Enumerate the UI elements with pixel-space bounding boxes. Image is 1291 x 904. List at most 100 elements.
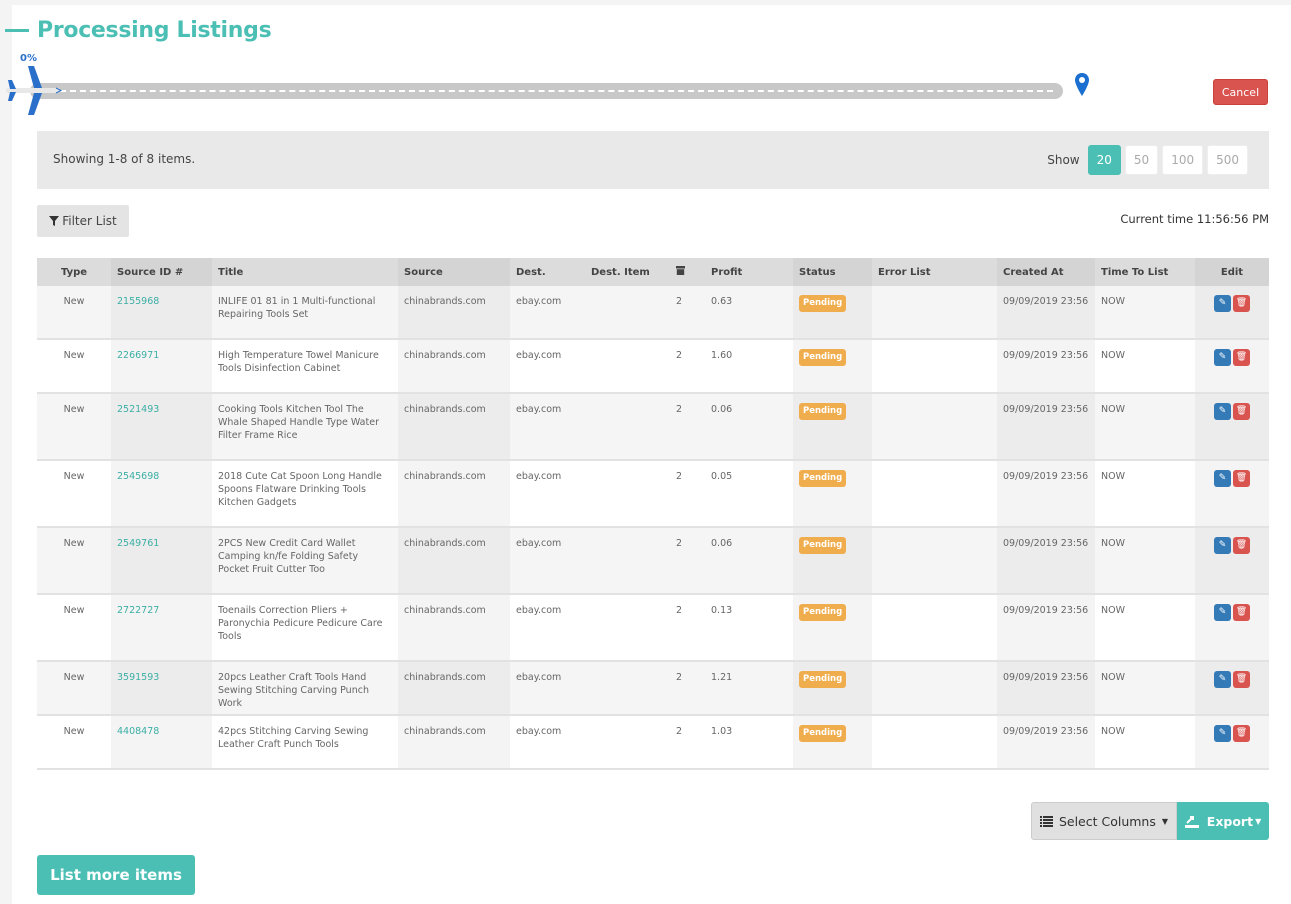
cell-source: chinabrands.com	[398, 286, 510, 340]
cell-created: 09/09/2019 23:56	[997, 460, 1095, 528]
cell-dest: ebay.com	[510, 460, 585, 528]
status-badge: Pending	[799, 470, 847, 487]
cell-error	[872, 460, 997, 528]
edit-pencil-icon[interactable]: ✎	[1214, 671, 1231, 688]
page-size-500[interactable]: 500	[1207, 145, 1248, 175]
export-button[interactable]: Export ▼	[1177, 802, 1269, 840]
cell-source-id[interactable]: 3591593	[111, 661, 212, 716]
cell-title: 20pcs Leather Craft Tools Hand Sewing St…	[212, 661, 398, 716]
cell-source-id[interactable]: 2155968	[111, 286, 212, 340]
delete-trash-icon[interactable]: 🗑	[1233, 671, 1250, 688]
cell-source-id[interactable]: 2545698	[111, 460, 212, 528]
cell-title: 2018 Cute Cat Spoon Long Handle Spoons F…	[212, 460, 398, 528]
delete-trash-icon[interactable]: 🗑	[1233, 470, 1250, 487]
cell-profit: 1.03	[705, 715, 793, 770]
cell-source: chinabrands.com	[398, 527, 510, 595]
cell-source-id[interactable]: 2266971	[111, 339, 212, 394]
edit-pencil-icon[interactable]: ✎	[1214, 403, 1231, 420]
col-source[interactable]: Source	[398, 258, 510, 286]
edit-pencil-icon[interactable]: ✎	[1214, 349, 1231, 366]
delete-trash-icon[interactable]: 🗑	[1233, 725, 1250, 742]
cell-type: New	[37, 339, 111, 394]
delete-trash-icon[interactable]: 🗑	[1233, 349, 1250, 366]
cell-title: High Temperature Towel Manicure Tools Di…	[212, 339, 398, 394]
col-quantity[interactable]	[670, 258, 705, 286]
archive-icon	[676, 266, 685, 275]
delete-trash-icon[interactable]: 🗑	[1233, 604, 1250, 621]
cell-type: New	[37, 286, 111, 340]
cell-dest-item	[585, 661, 670, 716]
col-error-list[interactable]: Error List	[872, 258, 997, 286]
cell-profit: 1.21	[705, 661, 793, 716]
table-row: New 4408478 42pcs Stitching Carving Sewing…	[37, 715, 1269, 770]
cell-time-to-list: NOW	[1095, 460, 1195, 528]
cell-source: chinabrands.com	[398, 460, 510, 528]
cell-source-id[interactable]: 2521493	[111, 393, 212, 461]
page-size-20[interactable]: 20	[1087, 145, 1121, 175]
cell-time-to-list: NOW	[1095, 286, 1195, 340]
cell-error	[872, 393, 997, 461]
collapse-dash[interactable]	[5, 29, 29, 32]
status-badge: Pending	[799, 671, 847, 688]
table-row: New 3591593 20pcs Leather Craft Tools Hand…	[37, 661, 1269, 716]
page-size-100[interactable]: 100	[1162, 145, 1204, 175]
filter-list-button[interactable]: Filter List	[37, 205, 129, 237]
page-size-50[interactable]: 50	[1124, 145, 1159, 175]
list-more-items-button[interactable]: List more items	[37, 855, 195, 895]
show-label: Show	[1047, 153, 1080, 167]
edit-pencil-icon[interactable]: ✎	[1214, 604, 1231, 621]
cell-source: chinabrands.com	[398, 393, 510, 461]
cell-source-id[interactable]: 4408478	[111, 715, 212, 770]
cell-qty: 2	[670, 527, 705, 595]
cell-time-to-list: NOW	[1095, 715, 1195, 770]
col-dest[interactable]: Dest.	[510, 258, 585, 286]
col-title[interactable]: Title	[212, 258, 398, 286]
cell-source-id[interactable]: 2549761	[111, 527, 212, 595]
col-profit[interactable]: Profit	[705, 258, 793, 286]
cell-dest: ebay.com	[510, 286, 585, 340]
cell-source: chinabrands.com	[398, 594, 510, 662]
edit-pencil-icon[interactable]: ✎	[1214, 470, 1231, 487]
cell-dest-item	[585, 715, 670, 770]
cell-status: Pending	[793, 594, 872, 662]
cell-type: New	[37, 460, 111, 528]
cell-profit: 0.06	[705, 393, 793, 461]
edit-pencil-icon[interactable]: ✎	[1214, 537, 1231, 554]
delete-trash-icon[interactable]: 🗑	[1233, 403, 1250, 420]
cell-status: Pending	[793, 339, 872, 394]
cell-time-to-list: NOW	[1095, 393, 1195, 461]
col-dest-item[interactable]: Dest. Item	[585, 258, 670, 286]
items-summary: Showing 1-8 of 8 items.	[53, 152, 196, 166]
cell-dest-item	[585, 286, 670, 340]
col-time-to-list[interactable]: Time To List	[1095, 258, 1195, 286]
col-status[interactable]: Status	[793, 258, 872, 286]
cell-edit: ✎ 🗑	[1195, 286, 1269, 340]
col-type[interactable]: Type	[37, 258, 111, 286]
col-edit: Edit	[1195, 258, 1269, 286]
cell-qty: 2	[670, 339, 705, 394]
cell-source-id[interactable]: 2722727	[111, 594, 212, 662]
cell-error	[872, 339, 997, 394]
cell-status: Pending	[793, 527, 872, 595]
cell-qty: 2	[670, 661, 705, 716]
cell-profit: 1.60	[705, 339, 793, 394]
select-columns-button[interactable]: Select Columns ▼	[1031, 802, 1177, 840]
table-header: Type Source ID # Title Source Dest. Dest…	[37, 258, 1269, 286]
edit-pencil-icon[interactable]: ✎	[1214, 295, 1231, 312]
cell-error	[872, 594, 997, 662]
progress-track	[30, 83, 1063, 99]
status-badge: Pending	[799, 725, 847, 742]
cell-status: Pending	[793, 661, 872, 716]
cell-dest: ebay.com	[510, 594, 585, 662]
delete-trash-icon[interactable]: 🗑	[1233, 295, 1250, 312]
col-created-at[interactable]: Created At	[997, 258, 1095, 286]
cancel-button[interactable]: Cancel	[1213, 79, 1268, 105]
cell-dest-item	[585, 339, 670, 394]
table-row: New 2266971 High Temperature Towel Manicur…	[37, 339, 1269, 394]
status-badge: Pending	[799, 604, 847, 621]
cell-created: 09/09/2019 23:56	[997, 661, 1095, 716]
edit-pencil-icon[interactable]: ✎	[1214, 725, 1231, 742]
delete-trash-icon[interactable]: 🗑	[1233, 537, 1250, 554]
col-source-id[interactable]: Source ID #	[111, 258, 212, 286]
table-row: New 2521493 Cooking Tools Kitchen Tool The…	[37, 393, 1269, 461]
